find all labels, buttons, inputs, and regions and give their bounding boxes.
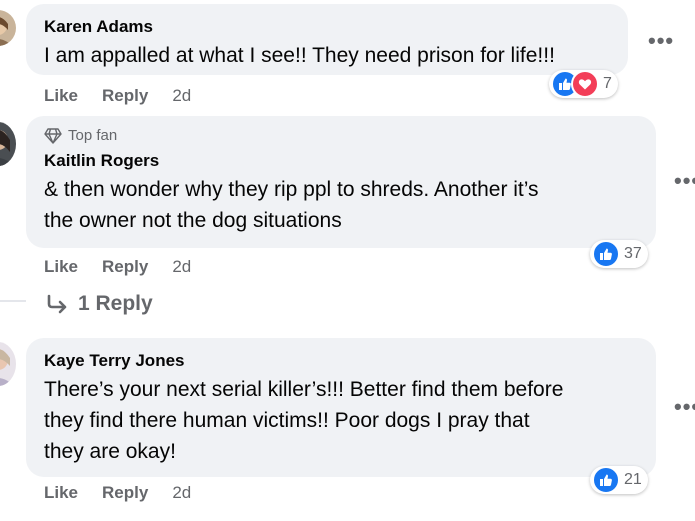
comment-text-line: the owner not the dog situations: [44, 209, 342, 232]
more-options-icon[interactable]: •••: [674, 396, 695, 418]
comment-bubble: Kaye Terry Jones There’s your next seria…: [26, 338, 656, 477]
like-button[interactable]: Like: [44, 86, 78, 106]
view-replies-link[interactable]: 1 Reply: [46, 292, 153, 316]
reply-button[interactable]: Reply: [102, 257, 148, 277]
reaction-count: 37: [624, 245, 642, 262]
reply-button[interactable]: Reply: [102, 483, 148, 503]
reaction-count: 7: [603, 75, 612, 92]
comment-text-line: There’s your next serial killer’s!!! Bet…: [44, 378, 564, 401]
more-options-icon[interactable]: •••: [648, 30, 674, 52]
comment-actions: Like Reply 2d: [44, 86, 191, 106]
thread-divider: [0, 300, 26, 302]
top-fan-label: Top fan: [68, 127, 118, 144]
reaction-summary[interactable]: 21: [590, 466, 648, 494]
more-options-icon[interactable]: •••: [674, 170, 695, 192]
reply-arrow-icon: [47, 294, 67, 314]
comment-text-line: & then wonder why they rip ppl to shreds…: [44, 178, 539, 201]
comment-author[interactable]: Kaitlin Rogers: [44, 150, 638, 172]
like-icon: [592, 466, 620, 494]
comment-timestamp[interactable]: 2d: [172, 257, 191, 277]
comment-actions: Like Reply 2d: [44, 257, 191, 277]
comment-author[interactable]: Karen Adams: [44, 16, 610, 38]
like-button[interactable]: Like: [44, 257, 78, 277]
love-icon: [571, 70, 599, 98]
comment-text: I am appalled at what I see!! They need …: [44, 44, 555, 67]
view-replies-label[interactable]: 1 Reply: [78, 292, 153, 316]
diamond-icon: [44, 128, 62, 144]
comment-bubble: Karen Adams I am appalled at what I see!…: [26, 4, 628, 75]
like-button[interactable]: Like: [44, 483, 78, 503]
like-icon: [592, 240, 620, 268]
avatar-kaye-terry-jones[interactable]: [0, 342, 16, 386]
reaction-summary[interactable]: 37: [590, 240, 648, 268]
reply-button[interactable]: Reply: [102, 86, 148, 106]
comment-bubble: Top fan Kaitlin Rogers & then wonder why…: [26, 116, 656, 248]
avatar-kaitlin-rogers[interactable]: [0, 122, 16, 166]
reaction-summary[interactable]: 7: [549, 70, 618, 98]
comment-timestamp[interactable]: 2d: [172, 86, 191, 106]
top-fan-badge: Top fan: [44, 126, 638, 146]
comment-text-line: they are okay!: [44, 440, 176, 463]
comment-author[interactable]: Kaye Terry Jones: [44, 350, 638, 372]
comment-text-line: they find there human victims!! Poor dog…: [44, 409, 530, 432]
comment-timestamp[interactable]: 2d: [172, 483, 191, 503]
comment-actions: Like Reply 2d: [44, 483, 191, 503]
avatar-karen-adams[interactable]: [0, 10, 16, 46]
reaction-count: 21: [624, 471, 642, 488]
